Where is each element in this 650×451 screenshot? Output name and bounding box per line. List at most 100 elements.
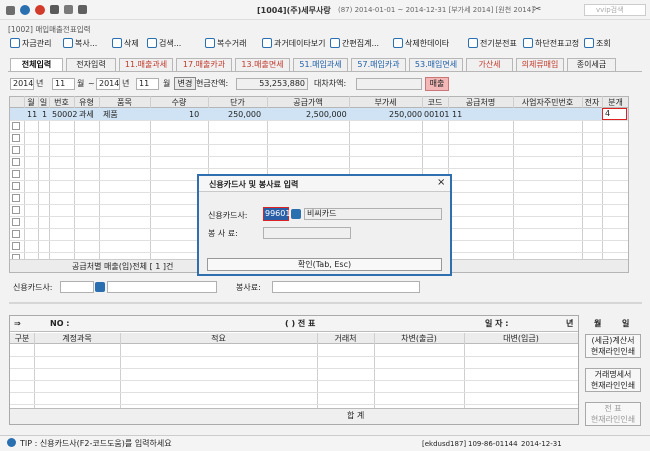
- side-print-button-2[interactable]: 전 표 현재라인인쇄: [585, 402, 641, 426]
- tab-0[interactable]: 전체입력: [10, 58, 63, 72]
- range-sep: ~: [88, 79, 95, 88]
- row-checkbox[interactable]: [12, 230, 20, 238]
- dialog-close-button[interactable]: ×: [437, 178, 445, 188]
- sales-button[interactable]: 매출: [425, 77, 449, 91]
- row-checkbox[interactable]: [12, 206, 20, 214]
- row-checkbox[interactable]: [12, 182, 20, 190]
- company-name: [1004](주)세무사랑: [257, 6, 331, 15]
- voucher-row-line: [10, 356, 578, 357]
- voucher-col-header-cell: 적요: [211, 334, 226, 343]
- toolbar-item-3[interactable]: 검색...: [147, 38, 181, 50]
- side-print-button-1[interactable]: 거래명세서 현재라인인쇄: [585, 368, 641, 392]
- row-item[interactable]: 제품: [103, 110, 118, 120]
- year2-input[interactable]: 2014: [96, 78, 120, 90]
- row-vendor[interactable]: 11: [452, 110, 462, 120]
- row-checkbox[interactable]: [12, 122, 20, 130]
- tab-4[interactable]: 13.매출면세: [235, 58, 290, 71]
- toolbar-item-0[interactable]: 자금관리: [10, 38, 51, 50]
- month2-input[interactable]: 11: [136, 78, 159, 90]
- row-type[interactable]: 과세: [79, 110, 94, 120]
- tab-5[interactable]: 51.매입과세: [293, 58, 348, 71]
- dialog-card-name-input[interactable]: 비씨카드: [304, 208, 442, 220]
- grid-row-line: [10, 132, 628, 133]
- grid-header-cell: 수량: [171, 98, 187, 107]
- year-input[interactable]: 2014: [10, 78, 34, 90]
- card-fee-dialog: 신용카드사 및 봉사료 입력 × 신용카드사: 99601 비씨카드 봉 사 료…: [197, 174, 452, 276]
- row-qty[interactable]: 10: [189, 110, 199, 120]
- dialog-card-code-input[interactable]: 99601: [263, 207, 290, 221]
- tab-10[interactable]: 종이세금: [567, 58, 616, 71]
- toolbar-item-7[interactable]: 삭제한데이타: [393, 38, 449, 50]
- row-checkbox[interactable]: [12, 242, 20, 250]
- row-day[interactable]: 1: [42, 110, 47, 120]
- cash-label: 현금잔액:: [196, 79, 229, 88]
- fee-input[interactable]: [272, 281, 420, 293]
- row-supply[interactable]: 2,500,000: [306, 110, 347, 120]
- toolbar-item-4[interactable]: 복수거래: [205, 38, 246, 50]
- card-code-input[interactable]: [60, 281, 94, 293]
- voucher-col-header-cell: 차변(출금): [401, 334, 437, 343]
- dialog-confirm-button[interactable]: 확인(Tab, Esc): [207, 258, 442, 271]
- row-no[interactable]: 50002: [52, 110, 77, 120]
- card-name-input[interactable]: [107, 281, 217, 293]
- dialog-fee-input[interactable]: [263, 227, 351, 239]
- toolbar-item-10[interactable]: 조회: [584, 38, 611, 50]
- grid-header-cell: 일: [39, 98, 48, 107]
- tab-9[interactable]: 의제류매입: [516, 58, 564, 71]
- grid-header-cell: 부가세: [374, 98, 397, 107]
- e-tax-icon: [468, 38, 478, 48]
- side-print-button-0[interactable]: (세금)계산서 현재라인인쇄: [585, 334, 641, 358]
- row-split-input[interactable]: 4: [602, 108, 627, 120]
- copy-icon: [63, 38, 73, 48]
- toolbar-item-1[interactable]: 복사...: [63, 38, 97, 50]
- row-price[interactable]: 250,000: [228, 110, 261, 120]
- row-checkbox[interactable]: [12, 158, 20, 166]
- toolbar-item-6[interactable]: 간편집계...: [330, 38, 379, 50]
- dialog-card-label: 신용카드사:: [208, 211, 248, 220]
- toolbar-item-2[interactable]: 삭제: [112, 38, 139, 50]
- toolbar-item-8[interactable]: 전기분전표: [468, 38, 517, 50]
- toolbar-item-9[interactable]: 하단전표고정: [523, 38, 579, 50]
- card-label: 신용카드사:: [13, 283, 53, 292]
- side-button-line1: 전 표: [604, 404, 622, 413]
- save-icon[interactable]: [50, 5, 59, 14]
- row-checkbox[interactable]: [12, 146, 20, 154]
- month-input[interactable]: 11: [52, 78, 75, 90]
- tab-3[interactable]: 17.매출카과: [176, 58, 232, 71]
- search-icon: [523, 38, 533, 48]
- row-checkbox[interactable]: [12, 194, 20, 202]
- row-checkbox[interactable]: [12, 134, 20, 142]
- row-vat[interactable]: 250,000: [389, 110, 422, 120]
- dialog-lookup-icon[interactable]: [291, 209, 301, 219]
- tools-icon[interactable]: ✂: [533, 4, 541, 15]
- tab-8[interactable]: 가산세: [466, 58, 513, 71]
- search-input[interactable]: vvip검색: [584, 4, 646, 16]
- row-checkbox[interactable]: [12, 218, 20, 226]
- grid-header-cell: 유형: [79, 98, 94, 107]
- delete-data-icon: [393, 38, 403, 48]
- voucher-col-line: [317, 333, 318, 408]
- tab-7[interactable]: 53.매입면세: [409, 58, 463, 71]
- help-icon[interactable]: [20, 5, 30, 15]
- balance-label: 대차차액:: [314, 79, 347, 88]
- row-checkbox[interactable]: [12, 170, 20, 178]
- voucher-col-header-cell: 대변(입금): [503, 334, 539, 343]
- change-button[interactable]: 변경: [174, 77, 196, 90]
- menu-icon[interactable]: [6, 6, 15, 15]
- toolbar-label: 조회: [596, 39, 611, 48]
- cash-value: 53,253,880: [236, 78, 308, 90]
- grid-header-cell: 분개: [608, 98, 623, 107]
- tab-2[interactable]: 11.매출과세: [119, 58, 173, 71]
- close-icon[interactable]: [35, 5, 45, 15]
- row-month[interactable]: 11: [27, 110, 37, 120]
- toolbar-item-5[interactable]: 과거데이타보기: [262, 38, 326, 50]
- toolbar-label: 과거데이타보기: [274, 39, 326, 48]
- tab-6[interactable]: 57.매입카과: [351, 58, 406, 71]
- voucher-no-label: NO :: [50, 319, 70, 328]
- tab-1[interactable]: 전자입력: [66, 58, 116, 71]
- card-lookup-icon[interactable]: [95, 282, 105, 292]
- row-code[interactable]: 00101: [424, 110, 449, 120]
- print-icon[interactable]: [78, 5, 87, 14]
- voucher-col-line: [34, 333, 35, 408]
- sheet-icon[interactable]: [64, 5, 73, 14]
